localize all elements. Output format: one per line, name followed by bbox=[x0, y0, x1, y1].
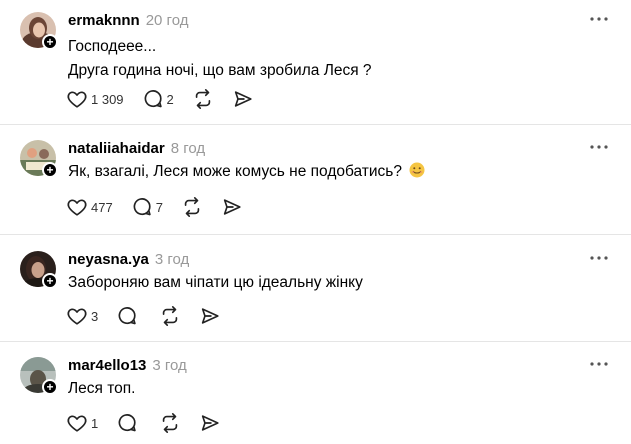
follow-plus-icon[interactable]: + bbox=[42, 379, 58, 395]
repost-icon bbox=[184, 197, 200, 217]
reply-button[interactable] bbox=[116, 412, 141, 434]
timestamp[interactable]: 3 год bbox=[152, 357, 186, 374]
comment-post: + ermaknnn 20 год Господееe... Друга годи… bbox=[0, 0, 631, 125]
like-button[interactable]: 477 bbox=[66, 196, 113, 218]
reply-count: 2 bbox=[166, 91, 174, 107]
heart-icon bbox=[67, 308, 87, 325]
post-text-line: Як, взагалі, Леся може комусь не подобат… bbox=[68, 163, 402, 180]
share-button[interactable] bbox=[221, 196, 243, 218]
more-dots-icon[interactable] bbox=[589, 14, 609, 24]
smiling-face-emoji bbox=[409, 162, 425, 178]
heart-icon bbox=[67, 91, 87, 108]
timestamp[interactable]: 20 год bbox=[146, 12, 189, 29]
more-dots-icon[interactable] bbox=[589, 359, 609, 369]
follow-plus-icon[interactable]: + bbox=[42, 34, 58, 50]
post-header: ermaknnn 20 год bbox=[68, 12, 188, 30]
comment-icon bbox=[133, 198, 151, 216]
comment-post: + nataliiahaidar 8 год Як, взагалі, Леся … bbox=[0, 125, 631, 235]
action-bar: 3 bbox=[66, 305, 239, 327]
username[interactable]: mar4ello13 bbox=[68, 357, 146, 374]
repost-icon bbox=[162, 413, 178, 433]
avatar[interactable]: + bbox=[20, 251, 58, 289]
post-body: Господееe... Друга година ночі, що вам з… bbox=[68, 35, 372, 83]
post-text-line: Господееe... bbox=[68, 38, 157, 55]
action-bar: 477 7 bbox=[66, 196, 261, 218]
avatar[interactable]: + bbox=[20, 140, 58, 178]
send-icon bbox=[223, 199, 241, 215]
more-dots-icon[interactable] bbox=[589, 253, 609, 263]
heart-icon bbox=[67, 199, 87, 216]
like-count: 477 bbox=[91, 199, 113, 215]
post-text-line: Забороняю вам чіпати цю ідеальну жінку bbox=[68, 274, 363, 291]
avatar[interactable]: + bbox=[20, 357, 58, 395]
username[interactable]: nataliiahaidar bbox=[68, 140, 165, 157]
username[interactable]: neyasna.ya bbox=[68, 251, 149, 268]
action-bar: 1 309 2 bbox=[66, 88, 272, 110]
follow-plus-icon[interactable]: + bbox=[42, 273, 58, 289]
comment-icon bbox=[144, 90, 162, 108]
send-icon bbox=[202, 415, 219, 431]
post-text-line: Леся топ. bbox=[68, 380, 136, 397]
post-header: neyasna.ya 3 год bbox=[68, 251, 189, 269]
follow-plus-icon[interactable]: + bbox=[42, 162, 58, 178]
username[interactable]: ermaknnn bbox=[68, 12, 140, 29]
timestamp[interactable]: 3 год bbox=[155, 251, 189, 268]
avatar[interactable]: + bbox=[20, 12, 58, 50]
reply-button[interactable] bbox=[116, 305, 141, 327]
reply-button[interactable]: 7 bbox=[131, 196, 163, 218]
repost-button[interactable] bbox=[159, 305, 181, 327]
post-body: Забороняю вам чіпати цю ідеальну жінку bbox=[68, 271, 363, 295]
action-bar: 1 bbox=[66, 412, 239, 434]
repost-button[interactable] bbox=[159, 412, 181, 434]
timestamp[interactable]: 8 год bbox=[171, 140, 205, 157]
post-body: Леся топ. bbox=[68, 377, 136, 401]
reply-button[interactable]: 2 bbox=[142, 88, 174, 110]
comment-icon bbox=[118, 414, 136, 432]
reply-count: 7 bbox=[155, 199, 163, 215]
share-button[interactable] bbox=[199, 412, 221, 434]
post-text-line: Друга година ночі, що вам зробила Леся ? bbox=[68, 62, 372, 79]
comment-icon bbox=[118, 307, 136, 325]
like-count: 1 309 bbox=[91, 91, 124, 107]
like-count: 3 bbox=[91, 308, 99, 324]
repost-button[interactable] bbox=[181, 196, 203, 218]
post-header: nataliiahaidar 8 год bbox=[68, 140, 205, 158]
like-button[interactable]: 3 bbox=[66, 305, 98, 327]
comment-feed: + ermaknnn 20 год Господееe... Друга годи… bbox=[0, 0, 631, 444]
post-body: Як, взагалі, Леся може комусь не подобат… bbox=[68, 160, 425, 184]
share-button[interactable] bbox=[199, 305, 221, 327]
like-button[interactable]: 1 bbox=[66, 412, 98, 434]
repost-button[interactable] bbox=[192, 88, 214, 110]
share-button[interactable] bbox=[232, 88, 254, 110]
heart-icon bbox=[67, 415, 87, 432]
send-icon bbox=[202, 308, 219, 324]
send-icon bbox=[234, 91, 252, 107]
post-header: mar4ello13 3 год bbox=[68, 357, 187, 375]
repost-icon bbox=[162, 306, 178, 326]
more-dots-icon[interactable] bbox=[589, 142, 609, 152]
comment-post: + mar4ello13 3 год Леся топ. 1 bbox=[0, 342, 631, 444]
repost-icon bbox=[195, 89, 211, 109]
like-button[interactable]: 1 309 bbox=[66, 88, 124, 110]
comment-post: + neyasna.ya 3 год Забороняю вам чіпати ц… bbox=[0, 235, 631, 342]
like-count: 1 bbox=[91, 415, 99, 431]
